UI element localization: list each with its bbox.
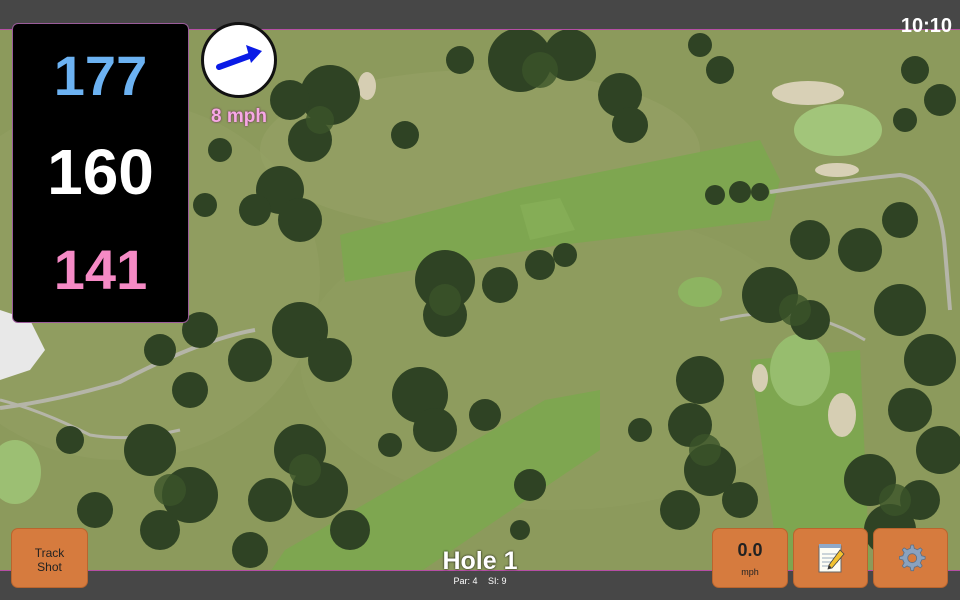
notepad-icon	[818, 544, 845, 573]
track-shot-label-line2: Shot	[37, 560, 62, 574]
distance-front: 141	[53, 238, 148, 301]
settings-button[interactable]	[873, 528, 948, 588]
track-shot-button[interactable]: Track Shot	[11, 528, 88, 588]
distance-back: 177	[53, 44, 148, 107]
speed-button[interactable]: 0.0 mph	[712, 528, 788, 588]
hole-title: Hole 1	[442, 547, 518, 575]
clock: 10:10	[900, 15, 952, 37]
hole-par: Par: 4	[453, 576, 478, 586]
speed-unit: mph	[741, 567, 759, 577]
hole-stroke-index: SI: 9	[488, 576, 507, 586]
hole-details: Par: 4 SI: 9	[380, 577, 580, 586]
speed-value: 0.0	[737, 540, 763, 560]
track-shot-label-line1: Track	[34, 546, 65, 560]
distance-panel: 177 160 141	[12, 23, 189, 323]
gear-icon	[898, 544, 925, 572]
notes-button[interactable]	[793, 528, 868, 588]
wind-direction-dial	[201, 22, 277, 98]
wind-speed-label: 8 mph	[211, 106, 267, 127]
distance-middle: 160	[47, 136, 154, 208]
wind-arrow-icon	[216, 45, 262, 70]
